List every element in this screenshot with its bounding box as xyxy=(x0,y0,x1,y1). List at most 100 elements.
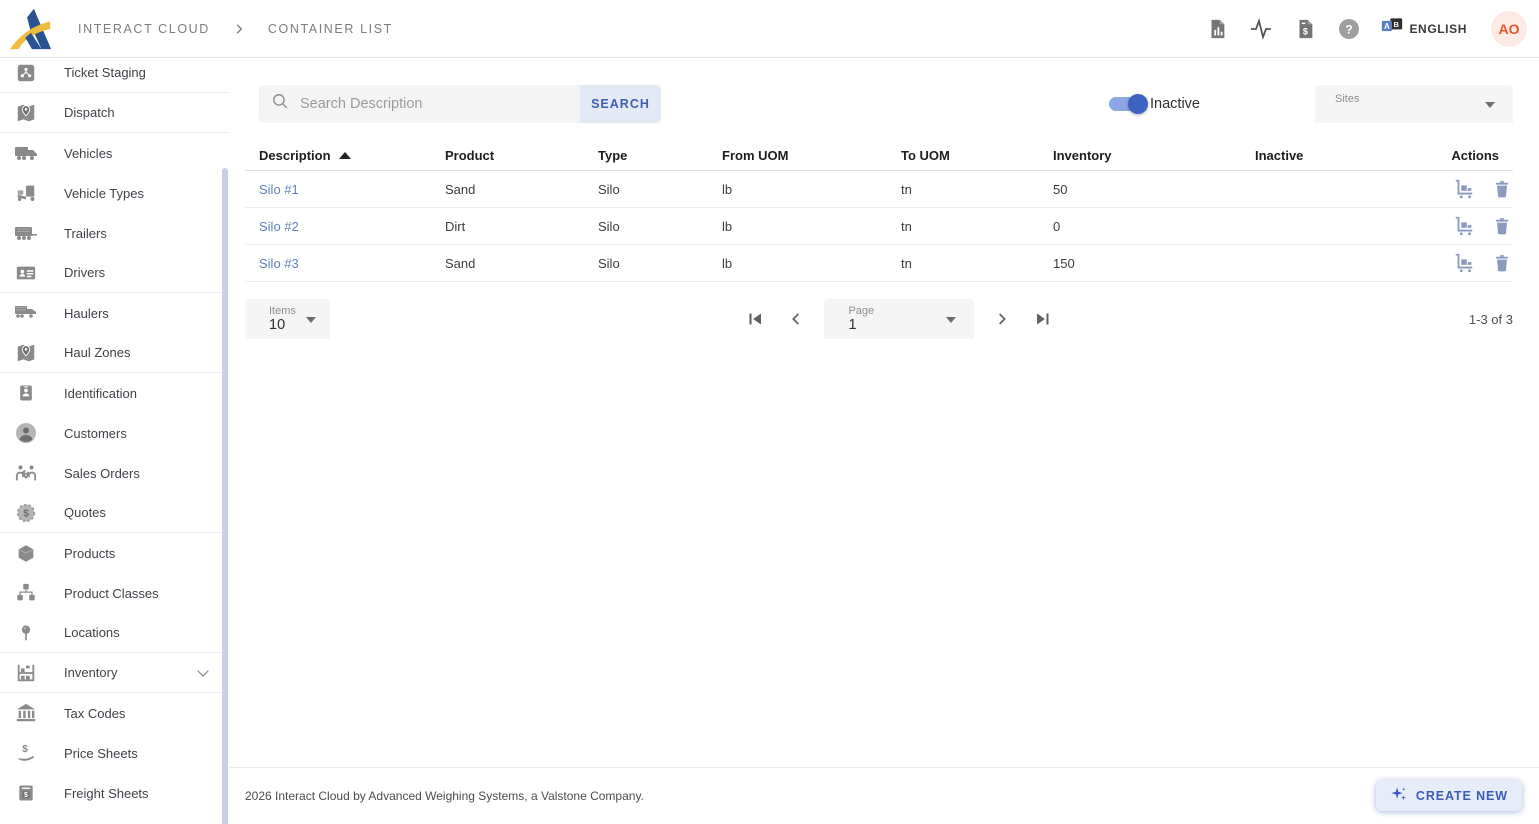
first-page-button[interactable] xyxy=(742,306,768,332)
invoice-icon[interactable]: $ xyxy=(1293,17,1317,41)
search-icon xyxy=(271,92,290,116)
inventory-cart-icon[interactable] xyxy=(1452,214,1476,238)
svg-text:A: A xyxy=(1384,22,1390,31)
row-actions xyxy=(1438,214,1514,238)
sidebar-item-vehicle-types[interactable]: Vehicle Types xyxy=(0,173,230,213)
column-header-description[interactable]: Description xyxy=(259,148,445,163)
row-actions xyxy=(1438,251,1514,275)
footer: 2026 Interact Cloud by Advanced Weighing… xyxy=(230,767,1539,824)
delete-trash-icon[interactable] xyxy=(1490,251,1514,275)
search-input[interactable] xyxy=(300,96,570,112)
column-header-product[interactable]: Product xyxy=(445,148,598,163)
sidebar-item-haul-zones[interactable]: Haul Zones xyxy=(0,333,230,373)
create-new-label: CREATE NEW xyxy=(1416,789,1508,803)
chevron-right-icon xyxy=(232,22,246,36)
chevron-down-icon[interactable] xyxy=(194,664,212,682)
page-select[interactable]: Page 1 xyxy=(824,299,974,339)
container-list-page: INTERACT CLOUD CONTAINER LIST $ ? BA xyxy=(0,0,1539,824)
items-per-page-select[interactable]: Items 10 xyxy=(245,299,330,339)
row-type: Silo xyxy=(598,219,722,234)
sidebar-item-freight-sheets[interactable]: $ Freight Sheets xyxy=(0,773,230,813)
help-icon[interactable]: ? xyxy=(1337,17,1361,41)
create-new-button[interactable]: CREATE NEW xyxy=(1376,780,1522,811)
inactive-toggle[interactable] xyxy=(1109,97,1145,111)
table-row: Silo #3 Sand Silo lb tn 150 xyxy=(245,245,1513,282)
sidebar-item-locations[interactable]: Locations xyxy=(0,613,230,653)
svg-text:B: B xyxy=(1394,20,1400,29)
delete-trash-icon[interactable] xyxy=(1490,214,1514,238)
sidebar-scrollbar[interactable] xyxy=(222,168,228,824)
sidebar-item-quotes[interactable]: $ Quotes xyxy=(0,493,230,533)
row-type: Silo xyxy=(598,256,722,271)
row-type: Silo xyxy=(598,182,722,197)
sidebar-item-tax-codes[interactable]: Tax Codes xyxy=(0,693,230,733)
inactive-toggle-label: Inactive xyxy=(1150,96,1200,112)
next-page-button[interactable] xyxy=(989,306,1015,332)
sidebar-menu: Ticket Staging Dispatch Vehicles Vehicle… xyxy=(0,58,230,813)
language-selector[interactable]: BA ENGLISH xyxy=(1381,17,1467,40)
sidebar-item-haulers[interactable]: Haulers xyxy=(0,293,230,333)
row-from-uom: lb xyxy=(722,182,901,197)
box-icon xyxy=(14,541,38,565)
caret-down-icon xyxy=(306,317,316,323)
sites-select[interactable]: Sites xyxy=(1315,85,1513,123)
sidebar-item-product-classes[interactable]: Product Classes xyxy=(0,573,230,613)
delete-trash-icon[interactable] xyxy=(1490,177,1514,201)
sidebar-item-trailers[interactable]: Trailers xyxy=(0,213,230,253)
map-pin-icon xyxy=(14,341,38,365)
breadcrumb-root[interactable]: INTERACT CLOUD xyxy=(78,22,210,36)
app-header: INTERACT CLOUD CONTAINER LIST $ ? BA xyxy=(0,0,1539,58)
container-table: Description Product Type From UOM To UOM… xyxy=(245,140,1513,282)
caret-down-icon xyxy=(1485,102,1495,108)
row-from-uom: lb xyxy=(722,256,901,271)
column-header-inventory[interactable]: Inventory xyxy=(1053,148,1255,163)
sidebar-item-dispatch[interactable]: Dispatch xyxy=(0,93,230,133)
language-label: ENGLISH xyxy=(1409,22,1467,36)
row-product: Dirt xyxy=(445,219,598,234)
sidebar-item-price-sheets[interactable]: $ Price Sheets xyxy=(0,733,230,773)
app-logo-icon[interactable] xyxy=(8,6,54,52)
column-header-type[interactable]: Type xyxy=(598,148,722,163)
sidebar-item-vehicles[interactable]: Vehicles xyxy=(0,133,230,173)
trailer-icon xyxy=(14,221,38,245)
row-description-link[interactable]: Silo #3 xyxy=(259,256,445,271)
search-group: SEARCH xyxy=(259,85,661,123)
row-actions xyxy=(1438,177,1514,201)
sidebar-item-drivers[interactable]: Drivers xyxy=(0,253,230,293)
page-range-text: 1-3 of 3 xyxy=(1469,312,1513,327)
caret-down-icon xyxy=(946,317,956,323)
sidebar-item-identification[interactable]: Identification xyxy=(0,373,230,413)
column-header-inactive[interactable]: Inactive xyxy=(1255,148,1438,163)
last-page-button[interactable] xyxy=(1030,306,1056,332)
sidebar-item-customers[interactable]: Customers xyxy=(0,413,230,453)
row-description-link[interactable]: Silo #1 xyxy=(259,182,445,197)
dispatch-map-icon xyxy=(14,101,38,125)
header-actions: $ ? BA ENGLISH AO xyxy=(1205,11,1527,47)
svg-text:$: $ xyxy=(22,744,28,755)
sidebar-item-products[interactable]: Products xyxy=(0,533,230,573)
column-header-to-uom[interactable]: To UOM xyxy=(901,148,1053,163)
inactive-toggle-group: Inactive xyxy=(1109,96,1200,112)
previous-page-button[interactable] xyxy=(783,306,809,332)
table-row: Silo #1 Sand Silo lb tn 50 xyxy=(245,171,1513,208)
report-icon[interactable] xyxy=(1205,17,1229,41)
row-description-link[interactable]: Silo #2 xyxy=(259,219,445,234)
breadcrumb-current[interactable]: CONTAINER LIST xyxy=(268,22,393,36)
items-select-value: 10 xyxy=(269,317,285,333)
sparkle-icon xyxy=(1390,786,1407,806)
inventory-cart-icon[interactable] xyxy=(1452,177,1476,201)
activity-icon[interactable] xyxy=(1249,17,1273,41)
sidebar-item-inventory[interactable]: Inventory xyxy=(0,653,230,693)
toggle-knob-icon xyxy=(1128,94,1148,114)
search-button[interactable]: SEARCH xyxy=(580,85,661,123)
search-box xyxy=(259,85,580,123)
row-inventory: 50 xyxy=(1053,182,1255,197)
inventory-cart-icon[interactable] xyxy=(1452,251,1476,275)
sidebar-item-ticket-staging[interactable]: Ticket Staging xyxy=(0,58,230,93)
sidebar-item-sales-orders[interactable]: Sales Orders xyxy=(0,453,230,493)
column-header-actions: Actions xyxy=(1438,148,1499,163)
row-from-uom: lb xyxy=(722,219,901,234)
avatar[interactable]: AO xyxy=(1491,11,1527,47)
column-header-from-uom[interactable]: From UOM xyxy=(722,148,901,163)
ticket-staging-icon xyxy=(14,61,38,85)
